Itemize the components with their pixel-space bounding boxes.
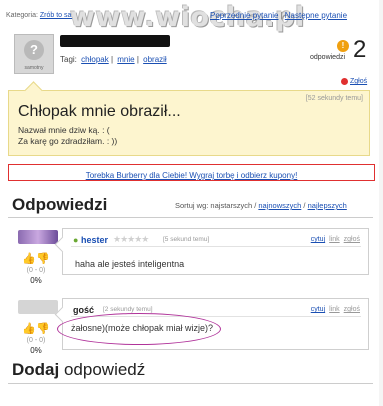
vote-ratio: (0 - 0) — [26, 267, 46, 274]
sort-divider: / — [303, 201, 306, 210]
add-answer-heading-rest: odpowiedź — [63, 360, 146, 379]
sort-best-link[interactable]: najlepszych — [308, 201, 347, 210]
category-label: Kategoria: — [6, 12, 38, 19]
answer-time: [5 sekund temu] — [163, 236, 210, 243]
vote-ratio: (0 - 0) — [26, 337, 46, 344]
answer-text: haha ale jesteś inteligentna — [75, 259, 185, 269]
answers-count-label: odpowiedzi — [310, 54, 346, 61]
tag-link[interactable]: obraził — [143, 55, 167, 64]
tag-link[interactable]: mnie — [117, 55, 134, 64]
tags-label: Tagi: — [60, 55, 77, 64]
answer-separator — [71, 246, 361, 247]
question-body: Nazwał mnie dziw ką. : ( Za karę go zdra… — [18, 125, 117, 147]
sort-newest-link[interactable]: najnowszych — [258, 201, 301, 210]
vote-box: 👍👎 (0 - 0) 0% — [16, 252, 56, 285]
add-answer-heading: Dodaj odpowiedź — [12, 360, 145, 380]
answer-actions: cytuj link zgłoś — [307, 306, 360, 313]
highlight-ellipse — [57, 313, 221, 345]
quote-link[interactable]: cytuj — [311, 236, 325, 243]
vote-percent: 0% — [30, 346, 42, 355]
avatar[interactable]: ? samotny — [14, 34, 54, 74]
report-link[interactable]: zgłoś — [344, 236, 360, 243]
sort-label: Sortuj wg: najstarszych / — [175, 201, 257, 210]
link-link[interactable]: link — [329, 236, 340, 243]
report-link[interactable]: zgłoś — [344, 306, 360, 313]
question-notch — [24, 81, 43, 100]
answer-avatar[interactable] — [18, 230, 58, 244]
answers-heading: Odpowiedzi — [12, 195, 108, 214]
thumb-up-icon[interactable]: 👍 — [22, 253, 36, 265]
answer-avatar[interactable] — [18, 300, 58, 314]
next-question-link[interactable]: Następne pytanie — [285, 11, 347, 20]
question-mark-icon: ? — [24, 40, 44, 60]
question-nav: Poprzednie pytanie | Następne pytanie — [210, 11, 348, 20]
promo-banner[interactable]: Torebka Burberry dla Ciebie! Wygraj torb… — [8, 164, 375, 181]
prev-question-link[interactable]: Poprzednie pytanie — [210, 11, 279, 20]
question-body-line: Za karę go zdradziłam. : )) — [18, 136, 118, 146]
question-time: [52 sekundy temu] — [305, 95, 363, 102]
exclamation-bubble-icon: ! — [337, 40, 349, 52]
vote-box: 👍👎 (0 - 0) 0% — [16, 322, 56, 355]
vote-percent: 0% — [30, 276, 42, 285]
answer-author-name: gość — [73, 305, 95, 315]
add-answer-heading-bold: Dodaj — [12, 360, 60, 379]
answer-author-name[interactable]: hester — [81, 235, 108, 245]
promo-link[interactable]: Torebka Burberry dla Ciebie! Wygraj torb… — [86, 171, 298, 180]
answer-author[interactable]: ● hester — [73, 235, 108, 245]
alert-icon — [341, 78, 348, 85]
tags: Tagi: chłopak | mnie | obraził — [60, 55, 167, 64]
link-link[interactable]: link — [329, 306, 340, 313]
rating-stars: ★★★★★ — [113, 234, 149, 244]
answers-count: 2 — [353, 36, 367, 63]
username-redacted — [60, 35, 170, 47]
question-box: [52 sekundy temu] Chłopak mnie obraził..… — [8, 81, 370, 156]
question-title: Chłopak mnie obraził... — [18, 103, 181, 120]
avatar-label: samotny — [24, 65, 44, 71]
report-question-link[interactable]: Zgłoś — [350, 78, 367, 85]
question-body-line: Nazwał mnie dziw ką. : ( — [18, 125, 110, 135]
answer-card: ● hester ★★★★★ [5 sekund temu] cytuj link… — [54, 228, 369, 275]
thumb-down-icon[interactable]: 👎 — [36, 323, 50, 335]
divider — [8, 217, 373, 218]
quote-link[interactable]: cytuj — [311, 306, 325, 313]
thumb-down-icon[interactable]: 👎 — [36, 253, 50, 265]
divider — [8, 383, 373, 384]
sort-controls: Sortuj wg: najstarszych / najnowszych / … — [175, 201, 347, 210]
tag-link[interactable]: chłopak — [81, 55, 109, 64]
category: Kategoria: Zrób to sam — [6, 12, 77, 19]
scrollbar[interactable] — [379, 0, 383, 406]
answer-time: [2 sekundy temu] — [103, 306, 153, 313]
answer-actions: cytuj link zgłoś — [307, 236, 360, 243]
thumb-up-icon[interactable]: 👍 — [22, 323, 36, 335]
